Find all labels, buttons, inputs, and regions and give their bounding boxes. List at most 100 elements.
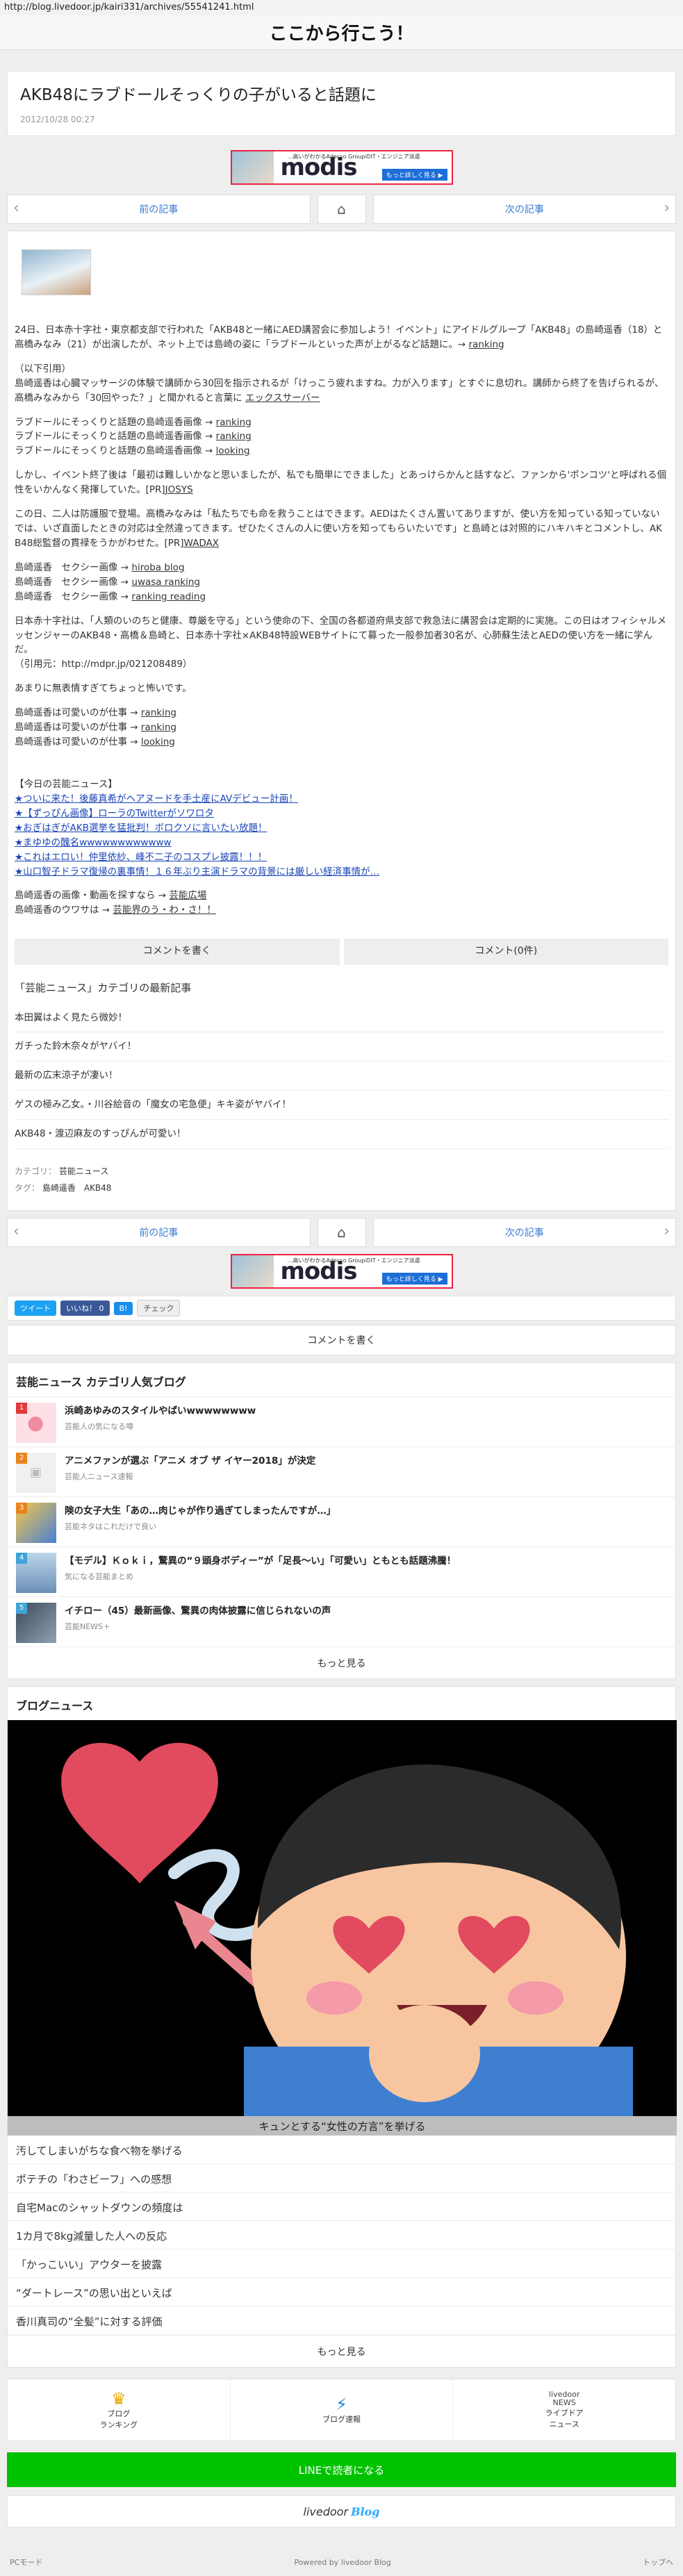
livedoor-news-link[interactable]: livedoor NEWS ライブドア ニュース xyxy=(453,2379,675,2441)
sexy-link[interactable]: ranking reading xyxy=(131,591,206,602)
blognews-item[interactable]: 香川真司の“全髪”に対する評価 xyxy=(8,2306,675,2336)
blognews-item[interactable]: 1カ月で8kg減量した人への反応 xyxy=(8,2221,675,2250)
inline-link[interactable]: ranking xyxy=(469,339,504,350)
blog-ranking-link[interactable]: ♛ ブログ ランキング xyxy=(8,2379,231,2441)
paragraph-text: しかし、イベント終了後は「最初は難しいかなと思いましたが、私でも簡単にできました… xyxy=(15,470,666,496)
check-button[interactable]: チェック xyxy=(137,1300,181,1317)
link-line-text: 島崎遥香 セクシー画像 → xyxy=(15,576,129,588)
popular-blog-item[interactable]: 3 険の女子大生「あの…肉じゃが作り過ぎてしまったんですが…」 芸能ネタはこれだけ… xyxy=(8,1496,675,1546)
related-link[interactable]: 芸能広場 xyxy=(169,890,206,901)
rank-badge: 5 xyxy=(16,1603,27,1615)
blognews-item[interactable]: 「かっこいい」アウターを披露 xyxy=(8,2249,675,2279)
article-title: AKB48にラブドールそっくりの子がいると話題に xyxy=(20,86,377,104)
rank-badge: 2 xyxy=(16,1453,27,1464)
news-link[interactable]: ★ついに来た！後藤真希がヘアヌードを手土産にAVデビュー計画！ xyxy=(15,792,668,807)
popular-blog-item[interactable]: 1 ● 浜崎あゆみのスタイルやばいwwwwwwww 芸能人の気になる噂 xyxy=(8,1396,675,1446)
link-line-text: ラブドールにそっくりと話題の島崎遥香画像 → xyxy=(15,445,213,457)
blog-thumb: 1 ● xyxy=(16,1403,56,1444)
news-link[interactable]: ★おぎはぎがAKB選挙を猛批判！ボロクソに言いたい放題！ xyxy=(15,821,668,836)
link-line-text: 島崎遥香は可愛いのが仕事 → xyxy=(15,736,138,748)
blognews-item[interactable]: “ダートレース”の思い出といえば xyxy=(8,2278,675,2307)
rank-badge: 4 xyxy=(16,1553,27,1564)
prev-article-button[interactable]: ‹ 前の記事 xyxy=(7,1218,311,1248)
ad-banner-bottom[interactable]: …高いがわかるAdecco GroupのIT・エンジニア派遣 modis もっと… xyxy=(230,1254,453,1289)
category-article-link[interactable]: ガチった鈴木奈々がヤバイ！ xyxy=(15,1032,668,1062)
news-link[interactable]: ★まゆゆの醜名wwwwwwwwwwww xyxy=(15,836,668,850)
ranking-link[interactable]: ranking xyxy=(216,417,252,428)
link-line-text: 島崎遥香は可愛いのが仕事 → xyxy=(15,707,138,719)
category-article-link[interactable]: ゲスの極み乙女。・川谷絵音の「魔女の宅急便」キキ姿がヤバイ！ xyxy=(15,1091,668,1121)
ad-more-button[interactable]: もっと詳しく見る ▶ xyxy=(381,1273,447,1285)
url-bar[interactable]: http://blog.livedoor.jp/kairi331/archive… xyxy=(0,0,683,15)
todays-news: 【今日の芸能ニュース】 ★ついに来た！後藤真希がヘアヌードを手土産にAVデビュー… xyxy=(15,777,668,879)
blognews-item[interactable]: 汚してしまいがちな食べ物を挙げる xyxy=(8,2136,675,2165)
pig-icon: ● xyxy=(27,1411,44,1435)
tag-links[interactable]: 島崎遥香 AKB48 xyxy=(42,1183,112,1193)
news-link[interactable]: ★山口智子ドラマ復帰の裏事情！１６年ぶり主演ドラマの背景には厳しい経済事情が… xyxy=(15,865,668,880)
link-line: ラブドールにそっくりと話題の島崎遥香画像 → ranking xyxy=(15,431,252,442)
chevron-left-icon: ‹ xyxy=(13,199,19,217)
link-line-text: 島崎遥香のウワサは → xyxy=(15,905,110,916)
category-article-link[interactable]: 本田翼はよく見たら微妙！ xyxy=(15,1004,668,1033)
paragraph-text: 24日、日本赤十字社・東京都支部で行われた「AKB48と一緒にAED講習会に参加… xyxy=(15,324,663,350)
blognews-item[interactable]: ポテチの「わさビーフ」への感想 xyxy=(8,2164,675,2193)
pc-mode-link[interactable]: PCモード xyxy=(10,2557,42,2568)
line-follow-button[interactable]: LINEで読者になる xyxy=(7,2452,676,2488)
ranking-link[interactable]: ranking xyxy=(216,431,252,442)
paragraph: しかし、イベント終了後は「最初は難しいかなと思いましたが、私でも簡単にできました… xyxy=(15,468,668,497)
home-icon: ⌂ xyxy=(337,1224,346,1241)
article-image[interactable] xyxy=(22,249,91,295)
livedoor-blog-logo[interactable]: livedoor Blog xyxy=(7,2495,676,2528)
popular-blog-item[interactable]: 5 イチロー（45）最新画像、驚異の肉体披露に信じられないの声 芸能NEWS＋ xyxy=(8,1596,675,1646)
category-article-link[interactable]: AKB48・渡辺麻友のすっぴんが可愛い！ xyxy=(15,1120,668,1150)
sexy-link[interactable]: uwasa ranking xyxy=(131,577,200,588)
tweet-button[interactable]: ツイート xyxy=(15,1301,56,1316)
comment-count-button[interactable]: コメント(0件) xyxy=(343,939,668,966)
next-article-button[interactable]: 次の記事 › xyxy=(372,1218,676,1248)
pr-link[interactable]: JOSYS xyxy=(165,484,193,495)
featured-news-caption[interactable]: キュンとする“女性の方言”を挙げる xyxy=(8,2116,677,2136)
cute-link[interactable]: ranking xyxy=(141,707,176,718)
category-article-link[interactable]: 最新の広末涼子が凄い！ xyxy=(15,1062,668,1091)
prev-article-button[interactable]: ‹ 前の記事 xyxy=(7,194,311,224)
write-comment-button[interactable]: コメントを書く xyxy=(15,939,340,966)
site-title[interactable]: ここから行こう！ xyxy=(0,15,683,50)
hatena-bookmark-button[interactable]: B! xyxy=(113,1301,133,1315)
link-line: ラブドールにそっくりと話題の島崎遥香画像 → ranking xyxy=(15,417,252,428)
blognews-item[interactable]: 自宅Macのシャットダウンの頻度は xyxy=(8,2193,675,2222)
ad-image xyxy=(231,1255,274,1288)
category-link[interactable]: 芸能ニュース xyxy=(59,1166,108,1176)
blog-flash-link[interactable]: ⚡ ブログ速報 xyxy=(231,2379,454,2441)
link-list: 島崎遥香の画像・動画を探すなら → 芸能広場 島崎遥香のウワサは → 芸能界のう… xyxy=(15,889,668,918)
sexy-link[interactable]: hiroba blog xyxy=(131,562,184,573)
meta-category: カテゴリ： 芸能ニュース xyxy=(15,1163,668,1180)
link-line-text: ラブドールにそっくりと話題の島崎遥香画像 → xyxy=(15,431,213,443)
facebook-like-button[interactable]: いいね！ 0 xyxy=(60,1301,110,1316)
popular-blog-item[interactable]: 4 【モデル】Ｋｏｋｉ，驚異の“９頭身ボディー”が「足長〜い」「可愛い」ともとも… xyxy=(8,1546,675,1596)
pr-link[interactable]: WADAX xyxy=(184,538,220,549)
news-link[interactable]: ★【ずっぴん画像】ローラのTwitterがソワロタ xyxy=(15,807,668,821)
write-comment-link[interactable]: コメントを書く xyxy=(7,1325,676,1356)
blog-thumb: 4 xyxy=(16,1553,56,1594)
home-button[interactable]: ⌂ xyxy=(317,1218,366,1248)
popular-blog-item[interactable]: 2 ▣ アニメファンが選ぶ「アニメ オブ ザ イヤー2018」が決定 芸能人ニュース… xyxy=(8,1446,675,1496)
ad-more-button[interactable]: もっと詳しく見る ▶ xyxy=(381,168,447,181)
article-header: AKB48にラブドールそっくりの子がいると話題に 2012/10/28 00:2… xyxy=(7,71,676,136)
related-link[interactable]: 芸能界のう・わ・さ！！ xyxy=(113,905,216,916)
news-link[interactable]: ★これはエロい！仲里依紗、峰不二子のコスプレ披露！！！ xyxy=(15,850,668,865)
cute-link[interactable]: looking xyxy=(141,736,175,748)
home-button[interactable]: ⌂ xyxy=(317,194,366,224)
cute-link[interactable]: ranking xyxy=(141,722,176,733)
article-meta: カテゴリ： 芸能ニュース タグ： 島崎遥香 AKB48 xyxy=(15,1163,668,1196)
popular-more-button[interactable]: もっと見る xyxy=(8,1646,675,1678)
blognews-more-button[interactable]: もっと見る xyxy=(8,2335,675,2367)
featured-news-image[interactable] xyxy=(8,1720,677,2117)
popular-blogs: 芸能ニュース カテゴリ人気ブログ 1 ● 浜崎あゆみのスタイルやばいwwwwwww… xyxy=(7,1362,676,1680)
pr-link[interactable]: エックスサーバー xyxy=(245,393,320,404)
to-top-link[interactable]: トップへ xyxy=(643,2557,673,2568)
ranking-link[interactable]: looking xyxy=(216,445,250,456)
ad-banner[interactable]: …高いがわかるAdecco GroupのIT・エンジニア派遣 modis もっと… xyxy=(230,149,453,185)
footer-bar: PCモード Powered by livedoor Blog トップへ xyxy=(0,2548,683,2576)
paragraph-text: この日、二人は防護服で登場。高橋みなみは「私たちでも命を救うことはできます。AE… xyxy=(15,509,662,549)
next-article-button[interactable]: 次の記事 › xyxy=(372,194,676,224)
